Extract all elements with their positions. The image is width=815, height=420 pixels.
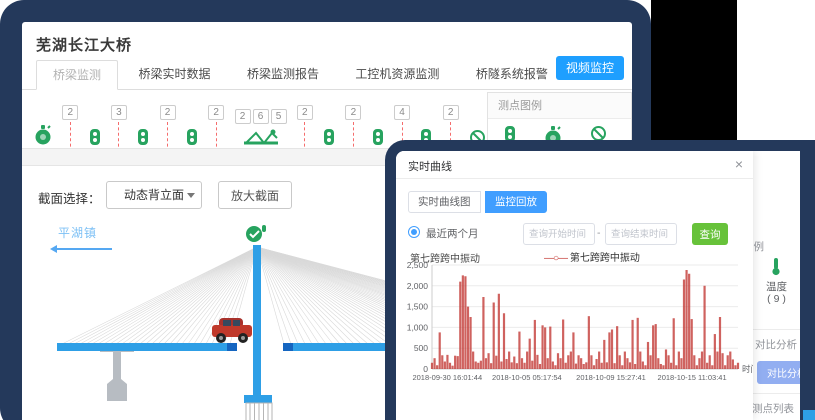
page-title: 芜湖长江大桥 bbox=[36, 34, 132, 55]
tower-sensor-icon bbox=[246, 225, 266, 242]
query-start-time-input[interactable] bbox=[523, 223, 595, 245]
truss-bridge-icon bbox=[243, 128, 279, 146]
vibration-chart: 05001,0001,5002,0002,5002018-09-30 16:01… bbox=[396, 259, 753, 399]
strip-item-post[interactable]: 2 bbox=[208, 105, 224, 152]
svg-text:500: 500 bbox=[414, 343, 428, 353]
svg-text:2018-09-30 16:01:44: 2018-09-30 16:01:44 bbox=[412, 373, 482, 382]
section-select-label: 截面选择： bbox=[38, 188, 101, 207]
svg-text:1,000: 1,000 bbox=[407, 322, 429, 332]
close-icon[interactable]: × bbox=[735, 156, 743, 172]
sensor-count-badge: 2 bbox=[345, 105, 361, 120]
sensor-icon bbox=[137, 128, 149, 146]
sensor-count-badge: 2 bbox=[208, 105, 224, 120]
dialog-header: 实时曲线 × bbox=[396, 151, 753, 179]
temperature-label: 温度 bbox=[753, 279, 800, 294]
modal-window: 测点图例 温度 ( 9 ) 对比分析 对比分析 报警测点列表 实时曲线 × bbox=[396, 151, 800, 420]
enlarge-section-button[interactable]: 放大截面 bbox=[218, 181, 292, 209]
sensor-count-badge: 2 bbox=[62, 105, 78, 120]
sidebar-divider bbox=[753, 329, 800, 330]
svg-text:2018-10-09 15:27:41: 2018-10-09 15:27:41 bbox=[576, 373, 646, 382]
tab-realtime-data[interactable]: 桥梁实时数据 bbox=[122, 60, 226, 90]
strip-item-post[interactable]: 2 bbox=[62, 105, 78, 152]
strip-item-post[interactable]: 3 bbox=[111, 105, 127, 152]
tab-bridge-monitoring[interactable]: 桥梁监测 bbox=[36, 60, 118, 90]
sensor-icon bbox=[323, 128, 335, 146]
page: 芜湖长江大桥 桥梁监测 桥梁实时数据 桥梁监测报告 工控机资源监测 桥隧系统报警… bbox=[0, 0, 815, 420]
right-sidebar: 测点图例 温度 ( 9 ) 对比分析 对比分析 报警测点列表 bbox=[753, 151, 800, 420]
sidebar-legend-header: 测点图例 bbox=[753, 239, 764, 254]
background-blue-fragment bbox=[803, 410, 815, 420]
radio-label: 最近两个月 bbox=[426, 226, 479, 241]
tab-realtime-curve[interactable]: 实时曲线图 bbox=[408, 191, 481, 213]
dialog-tabs: 实时曲线图 监控回放 bbox=[408, 191, 547, 213]
tab-monitor-playback[interactable]: 监控回放 bbox=[485, 191, 547, 213]
section-select-value: 动态背立面 bbox=[124, 188, 184, 202]
sensor-count-badge: 6 bbox=[253, 109, 269, 124]
svg-text:2018-10-05 05:17:54: 2018-10-05 05:17:54 bbox=[492, 373, 562, 382]
thermometer-icon bbox=[769, 257, 783, 276]
stopwatch-icon bbox=[34, 124, 52, 146]
sensor-count-badge: 2 bbox=[160, 105, 176, 120]
sensor-count-badge: 2 bbox=[297, 105, 313, 120]
query-end-time-input[interactable] bbox=[605, 223, 677, 245]
sensor-count-badge: 2 bbox=[443, 105, 459, 120]
compare-analysis-button[interactable]: 对比分析 bbox=[757, 361, 800, 384]
chevron-down-icon bbox=[187, 193, 195, 198]
date-separator: - bbox=[597, 227, 601, 239]
strip-item-post[interactable]: 2 bbox=[160, 105, 176, 152]
query-controls: 最近两个月 - 查询 bbox=[408, 223, 748, 245]
svg-text:2,000: 2,000 bbox=[407, 281, 429, 291]
sensor-count-badge: 2 bbox=[235, 109, 251, 124]
svg-text:2018-10-15 11:03:41: 2018-10-15 11:03:41 bbox=[658, 373, 727, 382]
query-button[interactable]: 查询 bbox=[692, 223, 728, 245]
sensor-count-badge: 4 bbox=[394, 105, 410, 120]
compare-analysis-header: 对比分析 bbox=[755, 337, 797, 352]
tab-ipc-resource[interactable]: 工控机资源监测 bbox=[339, 60, 455, 90]
main-tabbar: 桥梁监测 桥梁实时数据 桥梁监测报告 工控机资源监测 桥隧系统报警 bbox=[22, 60, 632, 90]
x-axis-label: 时间 bbox=[742, 364, 753, 374]
modal-card: 测点图例 温度 ( 9 ) 对比分析 对比分析 报警测点列表 实时曲线 × bbox=[385, 140, 815, 420]
sensor-icon bbox=[186, 128, 198, 146]
sensor-count-badge: 3 bbox=[111, 105, 127, 120]
video-monitor-button[interactable]: 视频监控 bbox=[556, 56, 624, 80]
alarm-point-list-header: 报警测点列表 bbox=[753, 401, 794, 416]
sensor-icon bbox=[89, 128, 101, 146]
radio-last-two-months[interactable] bbox=[408, 226, 420, 238]
section-select-dropdown[interactable]: 动态背立面 bbox=[106, 181, 202, 209]
svg-text:1,500: 1,500 bbox=[407, 302, 429, 312]
background-black-panel bbox=[651, 0, 737, 142]
svg-text:2,500: 2,500 bbox=[407, 260, 429, 270]
sensor-icon bbox=[372, 128, 384, 146]
strip-item-post[interactable]: 2 bbox=[297, 105, 313, 152]
direction-label: 平湖镇 bbox=[58, 224, 97, 241]
dialog-title: 实时曲线 bbox=[408, 158, 452, 174]
legend-panel-title: 测点图例 bbox=[488, 93, 631, 119]
sidebar-divider bbox=[753, 393, 800, 394]
realtime-curve-dialog: 实时曲线 × 实时曲线图 监控回放 最近两个月 - 查询 第七跨跨中振动 —○—… bbox=[396, 151, 753, 420]
temperature-count: ( 9 ) bbox=[753, 293, 800, 305]
left-arrow-icon bbox=[50, 245, 114, 253]
strip-item-truss[interactable]: 265 bbox=[235, 109, 287, 152]
tab-system-alarm[interactable]: 桥隧系统报警 bbox=[460, 60, 564, 90]
sensor-count-badge: 5 bbox=[271, 109, 287, 124]
strip-item-post[interactable]: 2 bbox=[345, 105, 361, 152]
tab-monitoring-report[interactable]: 桥梁监测报告 bbox=[231, 60, 335, 90]
